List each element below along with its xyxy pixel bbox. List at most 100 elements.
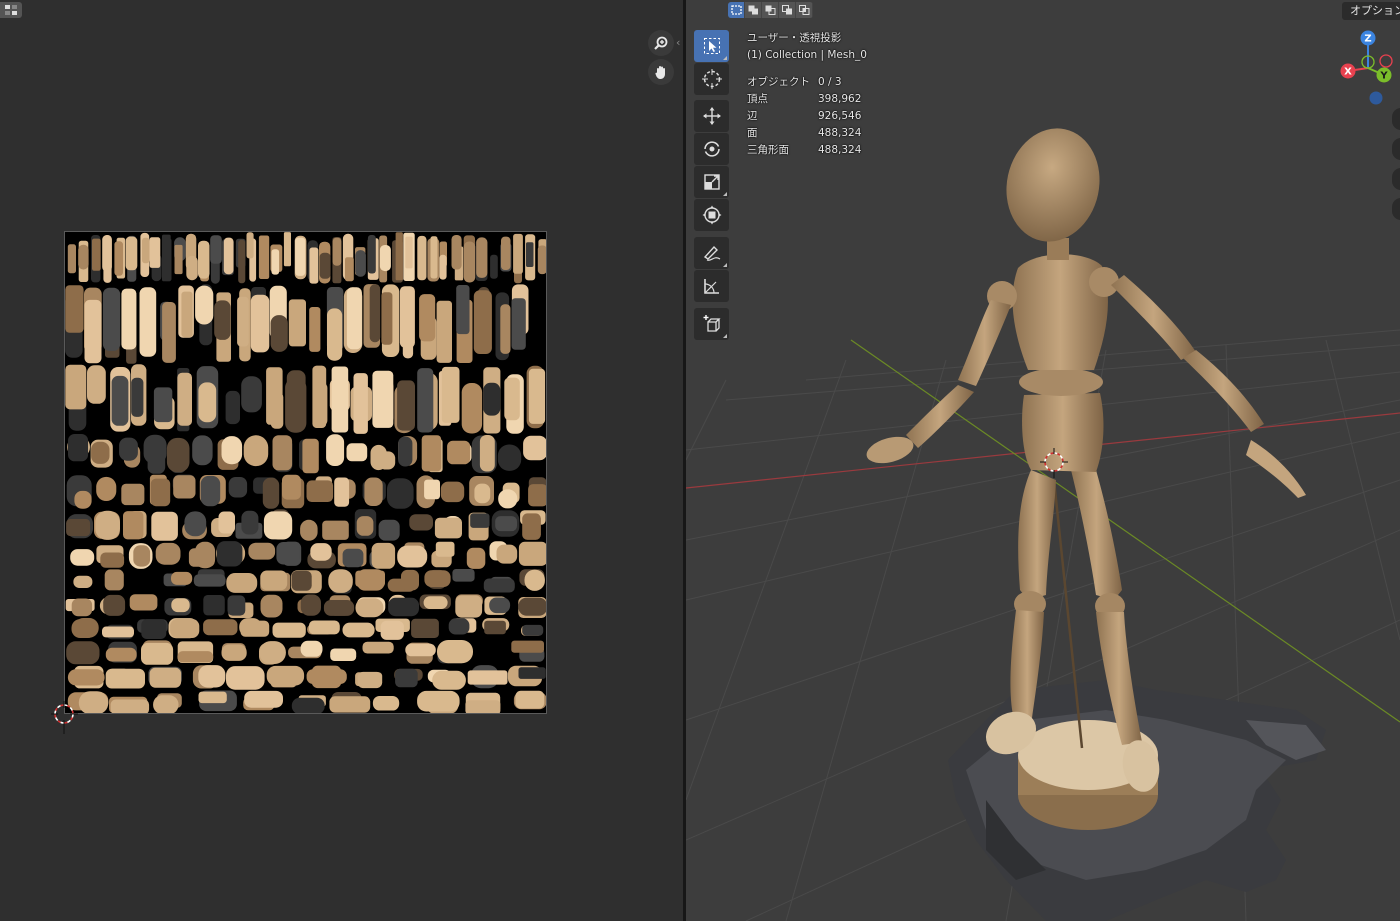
options-menu-button[interactable]: オプション xyxy=(1342,2,1400,20)
uv-island xyxy=(399,286,415,348)
2d-cursor-icon[interactable] xyxy=(51,701,79,735)
uv-island xyxy=(461,383,483,434)
uv-island xyxy=(424,479,440,500)
uv-island xyxy=(100,552,125,568)
uv-island xyxy=(171,598,190,613)
select-invert-icon[interactable] xyxy=(779,2,796,18)
collection-label: (1) Collection | Mesh_0 xyxy=(747,49,867,61)
texture-atlas-image[interactable] xyxy=(64,231,547,714)
uv-island xyxy=(119,437,138,461)
uv-island xyxy=(504,377,520,421)
move-tool[interactable] xyxy=(694,100,729,132)
scale-tool[interactable] xyxy=(694,166,729,198)
uv-island xyxy=(484,620,506,635)
select-subtract-icon[interactable] xyxy=(762,2,779,18)
uv-island xyxy=(300,594,321,616)
cursor-tool[interactable] xyxy=(694,63,729,95)
stat-row: 三角形面 488,324 xyxy=(747,144,862,156)
select-box-tool[interactable] xyxy=(694,30,729,62)
pan-button[interactable] xyxy=(648,59,674,85)
uv-island xyxy=(372,370,394,428)
uv-island xyxy=(286,370,306,428)
measure-tool[interactable] xyxy=(694,270,729,302)
uv-island xyxy=(295,237,306,276)
uv-island xyxy=(439,254,447,280)
uv-island xyxy=(181,291,193,338)
uv-island xyxy=(495,516,517,532)
add-cube-tool[interactable] xyxy=(694,308,729,340)
uv-island xyxy=(105,647,137,662)
zoom-icon[interactable] xyxy=(1392,108,1400,130)
grid-icon[interactable] xyxy=(1392,198,1400,220)
uv-islands xyxy=(65,232,546,713)
uv-island xyxy=(241,376,262,413)
select-intersect-icon[interactable] xyxy=(796,2,813,18)
view-controls xyxy=(1392,108,1400,228)
chevron-left-icon[interactable]: ‹ xyxy=(676,36,680,49)
uv-island xyxy=(355,250,366,277)
select-extend-icon[interactable] xyxy=(745,2,762,18)
uv-island xyxy=(501,236,511,270)
svg-text:Y: Y xyxy=(1379,71,1388,82)
uv-island xyxy=(228,477,248,498)
uv-island xyxy=(150,478,171,507)
uv-island xyxy=(417,368,434,433)
zoom-icon xyxy=(654,36,668,50)
annotate-tool[interactable] xyxy=(694,237,729,269)
uv-island xyxy=(221,436,243,465)
uv-island xyxy=(367,235,376,274)
uv-island xyxy=(102,626,134,638)
uv-island xyxy=(479,435,495,472)
zoom-button[interactable] xyxy=(648,30,674,56)
uv-island xyxy=(423,596,448,609)
annotate-icon xyxy=(703,245,720,261)
uv-island xyxy=(313,382,328,427)
uv-island xyxy=(441,366,460,423)
uv-island xyxy=(379,245,391,272)
uv-editor: ‹ xyxy=(0,0,683,921)
uv-island xyxy=(218,511,235,534)
uv-island xyxy=(437,640,473,664)
uv-island xyxy=(171,571,193,585)
uv-island xyxy=(345,257,354,282)
uv-island xyxy=(447,440,471,465)
uv-island xyxy=(411,618,439,638)
uv-island xyxy=(223,237,234,275)
uv-island xyxy=(355,598,384,618)
uv-island xyxy=(322,520,349,540)
uv-island xyxy=(214,300,231,340)
transform-tool[interactable] xyxy=(694,199,729,231)
uv-island xyxy=(311,665,342,689)
gizmo-negative-z[interactable] xyxy=(1369,91,1383,105)
uv-island xyxy=(370,444,387,471)
uv-island xyxy=(96,476,117,501)
stat-row: 面 488,324 xyxy=(747,127,862,139)
measure-icon xyxy=(703,279,719,294)
uv-island xyxy=(466,547,486,569)
uv-island xyxy=(483,382,501,416)
svg-text:Z: Z xyxy=(1364,34,1371,45)
uv-island xyxy=(430,236,438,279)
rotate-tool[interactable] xyxy=(694,133,729,165)
uv-island xyxy=(162,302,176,363)
3d-viewport[interactable]: オプション ユーザー・透視投影 (1) Collection | Mesh_0 … xyxy=(686,0,1400,921)
uv-island xyxy=(398,436,413,467)
select-new-icon[interactable] xyxy=(728,2,745,18)
hand-pan-icon[interactable] xyxy=(1392,138,1400,160)
uv-island xyxy=(67,244,76,274)
svg-text:X: X xyxy=(1344,67,1352,78)
select-box-icon xyxy=(703,38,720,54)
uv-island xyxy=(105,668,145,689)
uv-island xyxy=(489,597,511,614)
navigation-gizmo[interactable]: Z X Y xyxy=(1336,28,1396,110)
uv-island xyxy=(409,514,433,531)
uv-island xyxy=(435,541,455,557)
uv-island xyxy=(440,481,465,503)
uv-island xyxy=(417,235,427,281)
uv-island xyxy=(473,290,492,354)
editor-type-button[interactable] xyxy=(0,2,22,18)
uv-island xyxy=(523,435,546,461)
uv-island xyxy=(355,570,385,587)
uv-island xyxy=(276,542,300,565)
camera-icon[interactable] xyxy=(1392,168,1400,190)
